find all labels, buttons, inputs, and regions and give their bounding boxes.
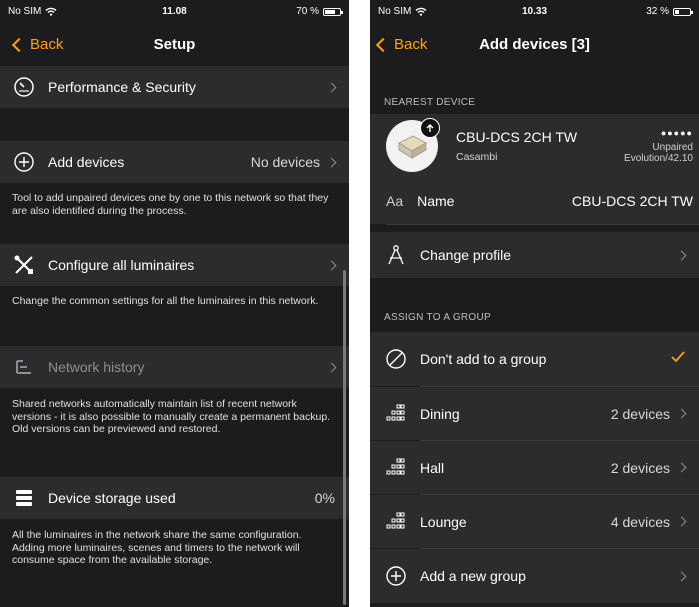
group-device-count: 2 devices [610,459,670,476]
row-label: Network history [48,359,145,375]
add-devices-screen: No SIM 10.33 32 % Back Add devices [3] N… [370,0,699,607]
divider [386,224,699,225]
group-label: Hall [420,459,445,476]
gauge-icon [12,75,36,99]
page-title: Add devices [3] [479,36,590,53]
tools-icon [12,253,36,277]
group-row-none[interactable]: Don't add to a group [370,332,699,386]
group-device-count: 4 devices [610,513,670,530]
group-device-count: 2 devices [610,405,670,422]
pairing-state: Unpaired [652,142,693,153]
group-label: Don't add to a group [420,351,547,367]
scrollbar[interactable] [343,270,346,605]
setup-screen: No SIM 11.08 70 % Back Setup Performance… [0,0,349,607]
row-label: Add devices [48,154,125,170]
chevron-right-icon [676,250,687,260]
add-devices-description: Tool to add unpaired devices one by one … [12,192,329,217]
chevron-right-icon [326,362,337,372]
device-status: ●●●●● Unpaired Evolution/42.10 [624,128,693,164]
configure-luminaires-row[interactable]: Configure all luminaires [0,244,349,286]
network-history-row[interactable]: Network history [0,346,349,388]
status-bar: No SIM 10.33 32 % [370,0,699,26]
device-storage-row: Device storage used 0% [0,477,349,519]
group-label: Lounge [420,513,467,530]
row-label: Change profile [420,247,512,263]
no-group-icon [384,347,408,371]
device-name: CBU-DCS 2CH TW [456,129,578,145]
row-label: Device storage used [48,490,176,506]
group-row-lounge[interactable]: Lounge 4 devices [370,495,699,548]
firmware-version: Evolution/42.10 [624,153,693,164]
group-grid-icon [384,402,408,426]
add-group-label: Add a new group [420,568,526,584]
battery-icon [323,7,343,16]
group-grid-icon [384,510,408,534]
nearest-device-card[interactable]: CBU-DCS 2CH TW Casambi ●●●●● Unpaired Ev… [370,114,699,178]
battery-icon [673,7,693,16]
compass-icon [384,243,408,267]
add-devices-row[interactable]: Add devices No devices [0,141,349,183]
group-label: Dining [420,405,460,422]
device-thumbnail [386,118,440,172]
chevron-right-icon [676,408,687,419]
history-icon [12,355,36,379]
plus-circle-icon [12,150,36,174]
checkmark-icon [671,350,685,368]
signal-strength-icon: ●●●●● [660,128,693,138]
row-label: Configure all luminaires [48,257,195,273]
chevron-right-icon [326,260,337,270]
name-value: CBU-DCS 2CH TW [571,193,693,209]
chevron-right-icon [676,516,687,527]
plus-circle-icon [384,564,408,588]
navigation-bar: Back Add devices [3] [370,26,699,66]
group-row-dining[interactable]: Dining 2 devices [370,387,699,440]
add-new-group-row[interactable]: Add a new group [370,549,699,603]
nearest-device-header: NEAREST DEVICE [384,97,476,108]
configure-description: Change the common settings for all the l… [12,295,319,307]
storage-value: 0% [314,490,335,506]
chevron-right-icon [326,157,337,167]
name-label: Name [417,193,455,209]
battery-percent: 70 % [296,6,319,17]
group-grid-icon [384,456,408,480]
battery-percent: 32 % [646,6,669,17]
row-value: No devices [250,154,320,170]
upload-icon [420,118,440,138]
device-vendor: Casambi [456,151,498,163]
performance-security-row[interactable]: Performance & Security [0,66,349,108]
storage-description: All the luminaires in the network share … [12,529,302,566]
change-profile-row[interactable]: Change profile [370,232,699,278]
group-row-hall[interactable]: Hall 2 devices [370,441,699,494]
assign-group-header: ASSIGN TO A GROUP [384,312,491,323]
name-row[interactable]: Aa Name CBU-DCS 2CH TW [370,178,699,224]
page-title: Setup [153,36,196,53]
row-label: Performance & Security [48,79,196,95]
chevron-right-icon [676,462,687,473]
device-info: CBU-DCS 2CH TW Casambi [456,129,624,163]
network-history-description: Shared networks automatically maintain l… [12,398,331,435]
chevron-right-icon [676,571,687,581]
status-bar: No SIM 11.08 70 % [0,0,349,26]
text-format-icon: Aa [386,193,404,209]
chevron-right-icon [326,82,337,92]
storage-icon [12,486,36,510]
navigation-bar: Back Setup [0,26,349,66]
